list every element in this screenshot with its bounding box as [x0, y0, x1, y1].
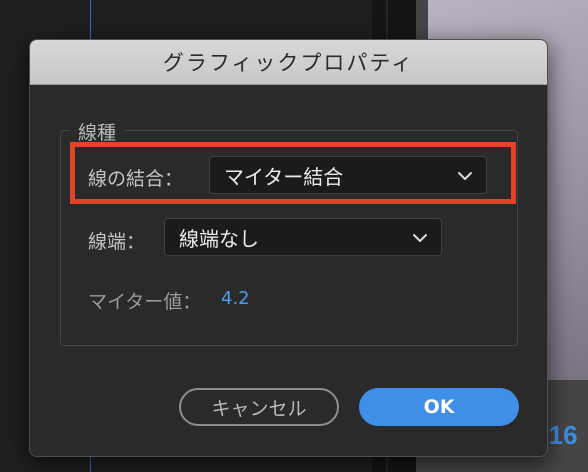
miter-limit-value[interactable]: 4.2 [221, 288, 250, 309]
line-cap-dropdown[interactable]: 線端なし [164, 218, 442, 256]
line-cap-label: 線端： [88, 231, 146, 253]
line-cap-value: 線端なし [179, 226, 259, 251]
chevron-down-icon [413, 234, 427, 242]
ok-button[interactable]: OK [359, 388, 519, 426]
stroke-type-legend: 線種 [70, 118, 125, 145]
line-join-label: 線の結合： [88, 168, 184, 190]
miter-limit-label: マイター値： [88, 291, 202, 313]
app-background: :16 グラフィックプロパティ 線種 線の結合： マイター結合 線端： 線端なし… [0, 0, 588, 472]
dialog-title: グラフィックプロパティ [162, 51, 415, 75]
line-join-dropdown[interactable]: マイター結合 [209, 156, 487, 194]
chevron-down-icon [458, 172, 472, 180]
line-join-value: マイター結合 [224, 164, 344, 189]
dialog-titlebar[interactable]: グラフィックプロパティ [30, 40, 547, 85]
graphic-properties-dialog: グラフィックプロパティ 線種 線の結合： マイター結合 線端： 線端なし マイタ… [29, 39, 548, 457]
cancel-button[interactable]: キャンセル [179, 388, 339, 426]
